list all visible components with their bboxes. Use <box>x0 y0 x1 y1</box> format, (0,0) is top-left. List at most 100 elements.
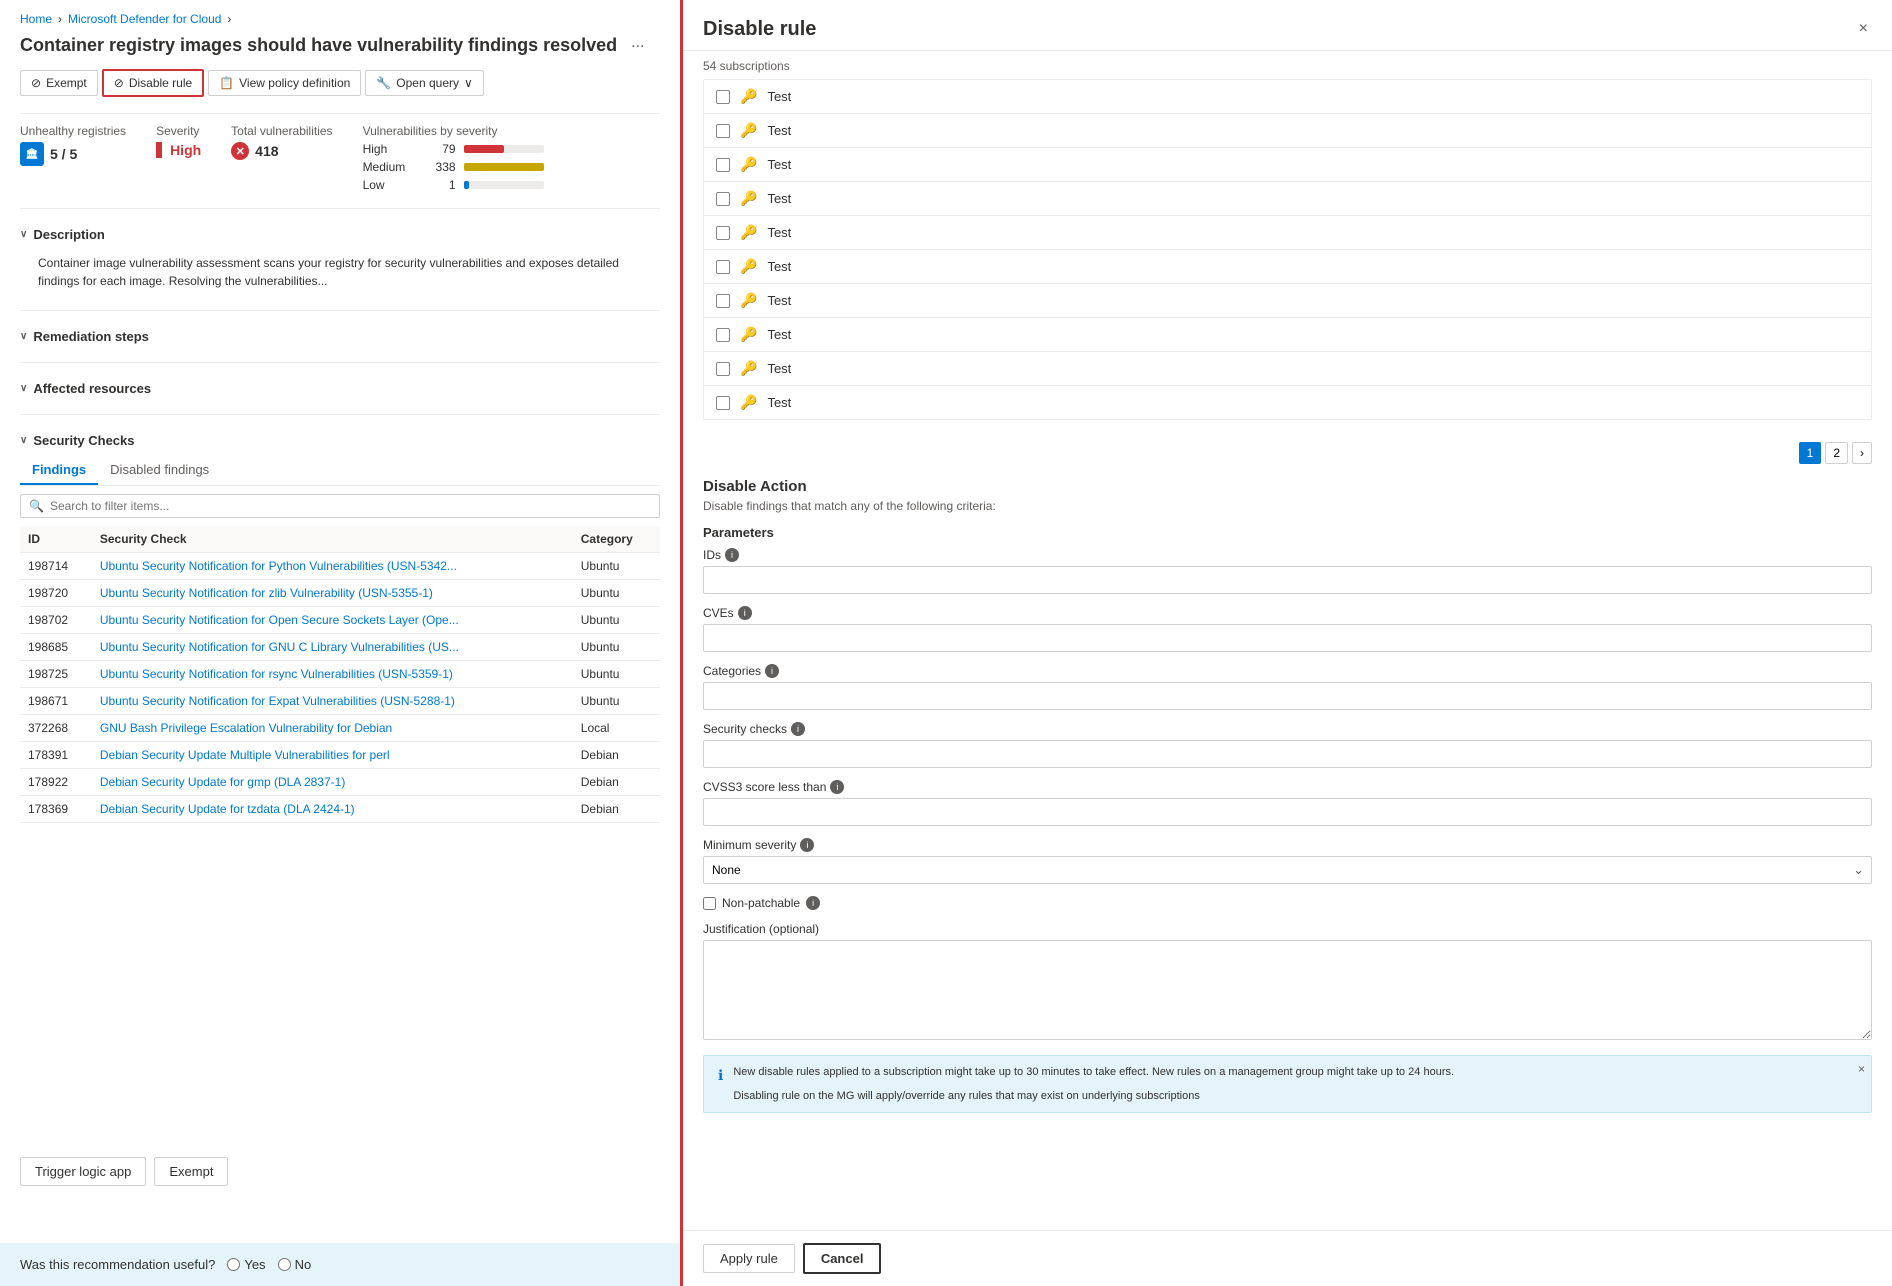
subscription-row[interactable]: 🔑 Test <box>704 284 1871 318</box>
table-row[interactable]: 178391 Debian Security Update Multiple V… <box>20 742 660 769</box>
description-chevron: ∨ <box>20 229 27 240</box>
subscription-checkbox[interactable] <box>716 396 730 410</box>
ids-label: IDs <box>703 548 721 562</box>
remediation-chevron: ∨ <box>20 331 27 342</box>
subscription-checkbox[interactable] <box>716 260 730 274</box>
exempt-button[interactable]: ⊘ Exempt <box>20 70 98 96</box>
justification-textarea[interactable] <box>703 940 1872 1040</box>
cvss3-input[interactable] <box>703 798 1872 826</box>
table-row[interactable]: 198702 Ubuntu Security Notification for … <box>20 607 660 634</box>
min-severity-select[interactable]: None Low Medium High Critical <box>703 856 1872 884</box>
subscription-checkbox[interactable] <box>716 294 730 308</box>
security-checks-chevron: ∨ <box>20 435 27 446</box>
ids-input[interactable] <box>703 566 1872 594</box>
subscription-checkbox[interactable] <box>716 124 730 138</box>
search-icon: 🔍 <box>29 499 44 513</box>
trigger-logic-app-button[interactable]: Trigger logic app <box>20 1157 146 1186</box>
open-query-button[interactable]: 🔧 Open query ∨ <box>365 70 483 96</box>
cell-category: Local <box>573 715 660 742</box>
ids-info-icon: i <box>725 548 739 562</box>
breadcrumb-defender[interactable]: Microsoft Defender for Cloud <box>68 12 221 26</box>
page-next-button[interactable]: › <box>1852 442 1872 464</box>
subscription-name: Test <box>767 293 791 308</box>
subscription-row[interactable]: 🔑 Test <box>704 386 1871 419</box>
cell-category: Ubuntu <box>573 553 660 580</box>
subscription-checkbox[interactable] <box>716 362 730 376</box>
min-severity-info-icon: i <box>800 838 814 852</box>
tab-disabled-findings[interactable]: Disabled findings <box>98 456 221 485</box>
subscription-name: Test <box>767 123 791 138</box>
table-row[interactable]: 198714 Ubuntu Security Notification for … <box>20 553 660 580</box>
remediation-header[interactable]: ∨ Remediation steps <box>20 321 660 352</box>
key-icon: 🔑 <box>740 156 757 173</box>
cell-category: Debian <box>573 742 660 769</box>
feedback-no[interactable]: No <box>278 1257 312 1272</box>
subscription-name: Test <box>767 225 791 240</box>
left-panel: Home › Microsoft Defender for Cloud › Co… <box>0 0 680 1286</box>
unhealthy-value: 5 / 5 <box>50 146 77 162</box>
table-row[interactable]: 178922 Debian Security Update for gmp (D… <box>20 769 660 796</box>
security-checks-input[interactable] <box>703 740 1872 768</box>
table-row[interactable]: 178369 Debian Security Update for tzdata… <box>20 796 660 823</box>
view-policy-button[interactable]: 📋 View policy definition <box>208 70 361 96</box>
subscription-row[interactable]: 🔑 Test <box>704 250 1871 284</box>
affected-header[interactable]: ∨ Affected resources <box>20 373 660 404</box>
cell-id: 198725 <box>20 661 92 688</box>
search-box: 🔍 <box>20 494 660 518</box>
feedback-yes[interactable]: Yes <box>227 1257 265 1272</box>
tab-findings[interactable]: Findings <box>20 456 98 485</box>
table-row[interactable]: 198720 Ubuntu Security Notification for … <box>20 580 660 607</box>
cell-category: Ubuntu <box>573 607 660 634</box>
subscription-row[interactable]: 🔑 Test <box>704 318 1871 352</box>
description-header[interactable]: ∨ Description <box>20 219 660 250</box>
subscription-name: Test <box>767 327 791 342</box>
info-banner-close-button[interactable]: × <box>1858 1062 1865 1076</box>
exempt-bottom-button[interactable]: Exempt <box>154 1157 228 1186</box>
panel-footer: Apply rule Cancel <box>683 1230 1892 1286</box>
search-input[interactable] <box>50 499 651 513</box>
table-row[interactable]: 372268 GNU Bash Privilege Escalation Vul… <box>20 715 660 742</box>
more-options-icon[interactable]: ... <box>631 34 644 52</box>
disable-rule-icon: ⊘ <box>114 76 124 90</box>
page-2-button[interactable]: 2 <box>1825 442 1848 464</box>
severity-bar <box>156 142 162 158</box>
key-icon: 🔑 <box>740 88 757 105</box>
justification-group: Justification (optional) <box>703 922 1872 1043</box>
apply-rule-button[interactable]: Apply rule <box>703 1244 795 1273</box>
subscription-row[interactable]: 🔑 Test <box>704 352 1871 386</box>
breadcrumb-home[interactable]: Home <box>20 12 52 26</box>
cell-check: Ubuntu Security Notification for zlib Vu… <box>92 580 573 607</box>
disable-rule-button[interactable]: ⊘ Disable rule <box>102 69 204 97</box>
subscription-row[interactable]: 🔑 Test <box>704 216 1871 250</box>
page-1-button[interactable]: 1 <box>1799 442 1822 464</box>
min-severity-select-wrapper: None Low Medium High Critical <box>703 856 1872 884</box>
non-patchable-checkbox[interactable] <box>703 897 716 910</box>
pagination: 1 2 › <box>703 436 1872 470</box>
subscription-checkbox[interactable] <box>716 328 730 342</box>
cell-id: 198720 <box>20 580 92 607</box>
feedback-question: Was this recommendation useful? <box>20 1257 215 1272</box>
subscription-row[interactable]: 🔑 Test <box>704 148 1871 182</box>
table-row[interactable]: 198671 Ubuntu Security Notification for … <box>20 688 660 715</box>
table-row[interactable]: 198725 Ubuntu Security Notification for … <box>20 661 660 688</box>
subscription-row[interactable]: 🔑 Test <box>704 80 1871 114</box>
subscription-row[interactable]: 🔑 Test <box>704 182 1871 216</box>
security-checks-header[interactable]: ∨ Security Checks <box>20 425 660 456</box>
subscription-checkbox[interactable] <box>716 90 730 104</box>
close-button[interactable]: × <box>1855 16 1872 42</box>
security-checks-field-group: Security checks i <box>703 722 1872 768</box>
cell-id: 178369 <box>20 796 92 823</box>
table-row[interactable]: 198685 Ubuntu Security Notification for … <box>20 634 660 661</box>
vulnerabilities-by-severity: Vulnerabilities by severity High 79 Medi… <box>363 124 544 192</box>
categories-input[interactable] <box>703 682 1872 710</box>
subscription-row[interactable]: 🔑 Test <box>704 114 1871 148</box>
categories-info-icon: i <box>765 664 779 678</box>
subscription-checkbox[interactable] <box>716 192 730 206</box>
panel-title: Disable rule <box>703 18 816 41</box>
disable-action-title: Disable Action <box>703 478 1872 495</box>
subscription-checkbox[interactable] <box>716 158 730 172</box>
cancel-button[interactable]: Cancel <box>803 1243 882 1274</box>
key-icon: 🔑 <box>740 224 757 241</box>
subscription-checkbox[interactable] <box>716 226 730 240</box>
cves-input[interactable] <box>703 624 1872 652</box>
